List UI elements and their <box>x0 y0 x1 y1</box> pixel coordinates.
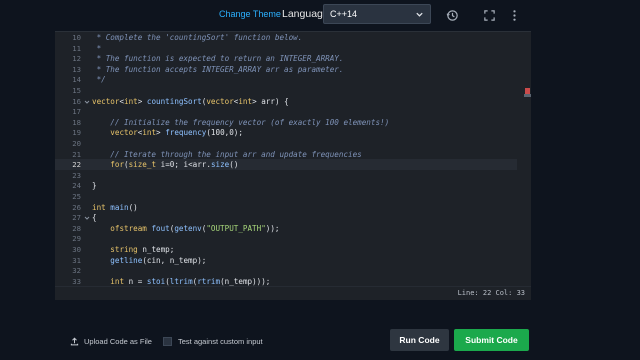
line-number: 19 <box>72 128 81 138</box>
line-number: 28 <box>72 223 81 233</box>
custom-input-option: Test against custom input <box>163 337 263 346</box>
code-line: string n_temp; <box>110 245 175 254</box>
code-line: { <box>92 213 97 223</box>
line-number: 26 <box>72 202 81 212</box>
language-select[interactable]: C++14 <box>323 4 431 24</box>
scrollbar-thumb[interactable] <box>524 94 531 97</box>
line-number: 17 <box>72 107 81 117</box>
fold-toggle-icon[interactable] <box>84 99 90 105</box>
change-theme-link[interactable]: Change Theme <box>219 9 281 19</box>
fold-toggle-icon[interactable] <box>84 215 90 221</box>
editor-status-bar: Line: 22 Col: 33 <box>55 286 531 300</box>
line-number: 18 <box>72 117 81 127</box>
code-area[interactable]: * Complete the 'countingSort' function b… <box>92 32 517 287</box>
code-line: // Initialize the frequency vector (of e… <box>92 117 390 127</box>
editor-toolbar: Change Theme Language C++14 <box>0 0 640 31</box>
line-number: 23 <box>72 170 81 180</box>
code-line: int main() <box>92 202 138 212</box>
line-number: 32 <box>72 266 81 276</box>
line-number: 10 <box>72 33 81 42</box>
code-line: for(size_t i=0; i<arr.size() <box>110 160 239 170</box>
history-icon[interactable] <box>446 9 459 22</box>
language-label: Language <box>282 8 329 20</box>
line-number: 22 <box>72 160 81 170</box>
code-line: ofstream fout(getenv("OUTPUT_PATH")); <box>110 223 280 233</box>
line-number: 27 <box>72 213 81 223</box>
custom-input-label: Test against custom input <box>178 337 263 346</box>
line-number: 20 <box>72 139 81 148</box>
line-number: 30 <box>72 245 81 254</box>
code-line: vector<int> countingSort(vector<int> arr… <box>92 96 289 106</box>
line-number: 29 <box>72 234 81 244</box>
code-line: * The function is expected to return an … <box>92 54 344 64</box>
line-number: 12 <box>72 54 81 64</box>
code-line: */ <box>92 75 106 85</box>
line-number: 31 <box>72 255 81 265</box>
line-number-gutter: 10 11 12 13 14 15 16 17 18 19 20 21 22 23 24 25 26 27 28 29… <box>55 32 82 296</box>
line-number: 21 <box>72 149 81 159</box>
line-number: 16 <box>72 96 81 106</box>
editor-scrollbar[interactable] <box>524 32 531 287</box>
line-number: 14 <box>72 75 81 85</box>
upload-code-label: Upload Code as File <box>84 337 152 346</box>
action-bar: Upload Code as File Test against custom … <box>0 320 640 360</box>
chevron-down-icon <box>416 12 423 17</box>
upload-code-button[interactable]: Upload Code as File <box>70 337 152 346</box>
line-number: 11 <box>72 43 81 53</box>
line-number: 13 <box>72 64 81 74</box>
code-line: // Iterate through the input arr and upd… <box>92 149 362 159</box>
submit-code-button[interactable]: Submit Code <box>454 329 529 351</box>
line-number: 24 <box>72 181 81 191</box>
line-number: 15 <box>72 86 81 95</box>
code-line: * Complete the 'countingSort' function b… <box>92 33 303 42</box>
upload-icon <box>70 337 79 346</box>
cursor-position: Line: 22 Col: 33 <box>457 289 525 297</box>
code-line: * The function accepts INTEGER_ARRAY arr… <box>92 64 344 74</box>
code-line: * <box>92 43 102 53</box>
run-code-button[interactable]: Run Code <box>390 329 449 351</box>
line-number: 25 <box>72 192 81 201</box>
code-line: vector<int> frequency(100,0); <box>110 128 243 138</box>
fullscreen-icon[interactable] <box>483 9 496 22</box>
code-line: } <box>92 181 97 191</box>
code-editor[interactable]: 10 11 12 13 14 15 16 17 18 19 20 21 22 23 24 25 26 27 28 29… <box>55 31 531 300</box>
custom-input-checkbox[interactable] <box>163 337 172 346</box>
language-select-value: C++14 <box>330 9 358 19</box>
more-options-icon[interactable] <box>508 9 521 22</box>
code-line: getline(cin, n_temp); <box>110 255 207 265</box>
